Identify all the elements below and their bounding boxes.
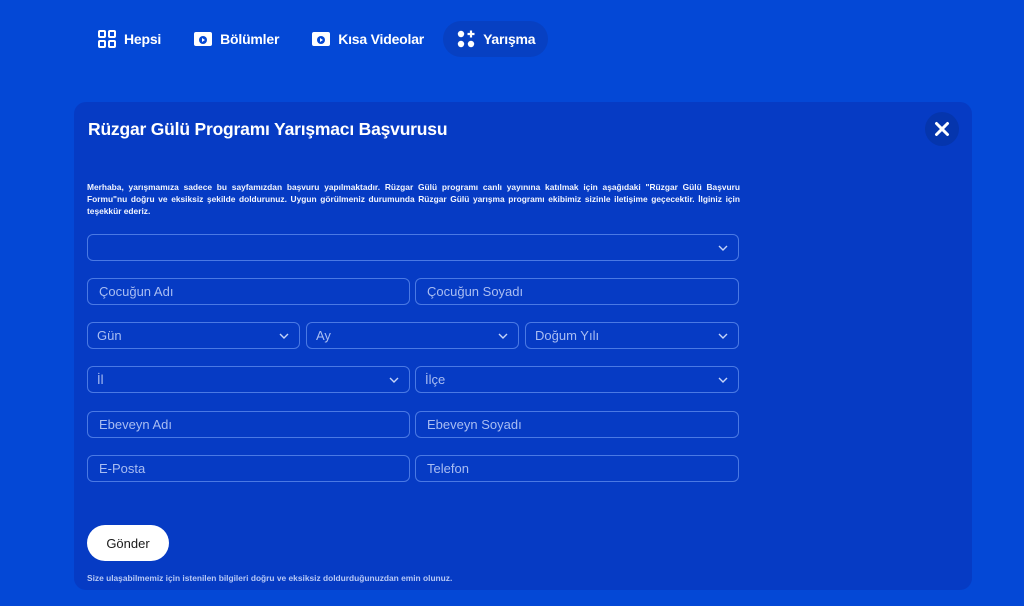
shapes-plus-icon xyxy=(457,30,475,48)
application-form-panel: Rüzgar Gülü Programı Yarışmacı Başvurusu… xyxy=(74,102,972,590)
close-icon xyxy=(935,122,949,136)
province-select[interactable]: İl xyxy=(87,366,410,393)
child-first-name-field[interactable] xyxy=(87,278,410,305)
form-note: Size ulaşabilmemiz için istenilen bilgil… xyxy=(87,573,453,583)
program-select[interactable] xyxy=(87,234,739,261)
chevron-down-icon xyxy=(718,377,728,383)
province-value: İl xyxy=(97,372,104,387)
birth-month-select[interactable]: Ay xyxy=(306,322,519,349)
tab-label: Hepsi xyxy=(124,31,162,47)
submit-button[interactable]: Gönder xyxy=(87,525,169,561)
video-icon xyxy=(312,32,331,46)
grid-icon xyxy=(98,30,116,48)
tab-hepsi[interactable]: Hepsi xyxy=(84,21,174,57)
tab-yarisma[interactable]: Yarışma xyxy=(443,21,549,57)
parent-last-name-input[interactable] xyxy=(416,412,738,437)
birth-year-select[interactable]: Doğum Yılı xyxy=(525,322,739,349)
chevron-down-icon xyxy=(498,333,508,339)
birth-day-select[interactable]: Gün xyxy=(87,322,300,349)
tab-label: Bölümler xyxy=(220,31,280,47)
chevron-down-icon xyxy=(279,333,289,339)
child-last-name-input[interactable] xyxy=(416,279,738,304)
tab-bolumler[interactable]: Bölümler xyxy=(180,21,292,57)
parent-first-name-input[interactable] xyxy=(88,412,409,437)
tab-label: Kısa Videolar xyxy=(338,31,425,47)
birth-day-value: Gün xyxy=(97,328,122,343)
chevron-down-icon xyxy=(718,333,728,339)
form-intro-text: Merhaba, yarışmamıza sadece bu sayfamızd… xyxy=(87,182,740,216)
phone-input[interactable] xyxy=(416,456,738,481)
form-title: Rüzgar Gülü Programı Yarışmacı Başvurusu xyxy=(88,119,448,139)
child-first-name-input[interactable] xyxy=(88,279,409,304)
birth-month-value: Ay xyxy=(316,328,331,343)
tab-kisa-videolar[interactable]: Kısa Videolar xyxy=(298,21,437,57)
district-value: İlçe xyxy=(425,372,446,387)
video-icon xyxy=(194,32,213,46)
phone-field[interactable] xyxy=(415,455,739,482)
chevron-down-icon xyxy=(389,377,399,383)
parent-first-name-field[interactable] xyxy=(87,411,410,438)
tab-label: Yarışma xyxy=(483,31,536,47)
chevron-down-icon xyxy=(718,245,728,251)
birth-year-value: Doğum Yılı xyxy=(535,328,600,343)
email-field[interactable] xyxy=(87,455,410,482)
close-button[interactable] xyxy=(925,112,959,146)
district-select[interactable]: İlçe xyxy=(415,366,739,393)
category-tabs: Hepsi Bölümler Kısa Videolar Yarışma xyxy=(84,21,549,57)
child-last-name-field[interactable] xyxy=(415,278,739,305)
email-input[interactable] xyxy=(88,456,409,481)
parent-last-name-field[interactable] xyxy=(415,411,739,438)
